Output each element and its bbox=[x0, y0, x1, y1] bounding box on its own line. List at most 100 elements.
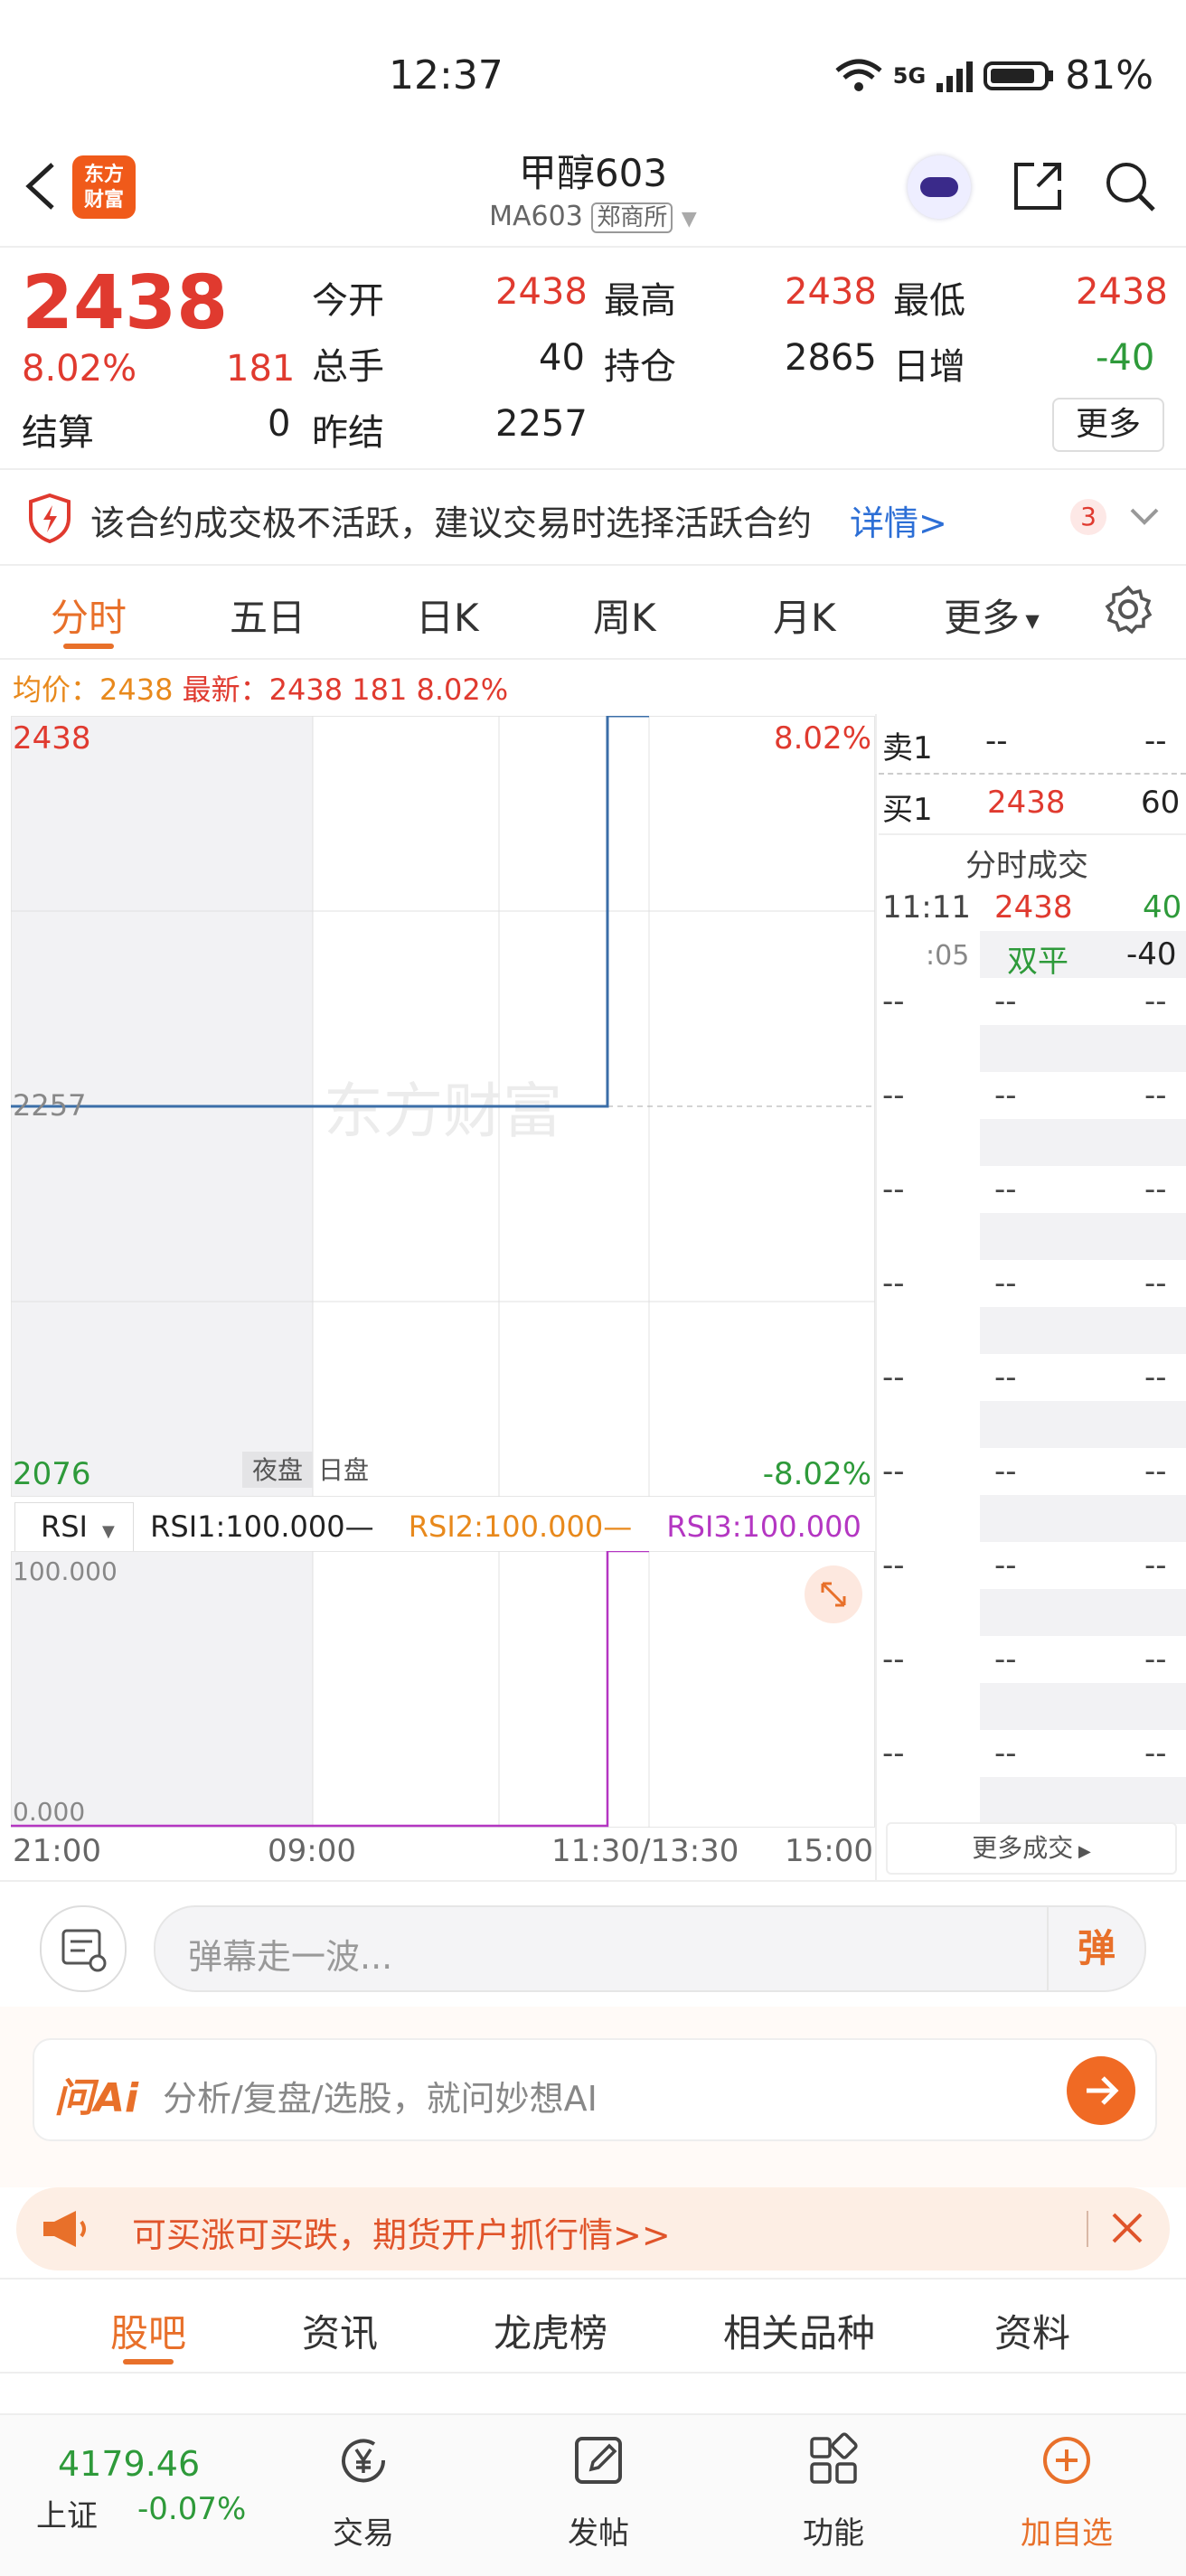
more-trades-button[interactable]: 更多成交 ▶ bbox=[886, 1822, 1177, 1875]
divider bbox=[0, 246, 1186, 248]
tab-weekly-k[interactable]: 周K bbox=[593, 588, 656, 643]
sell1-label: 卖1 bbox=[882, 730, 933, 766]
rsi-max-label: 100.000 bbox=[13, 1556, 118, 1586]
barrage-input[interactable]: 弹幕走一波... 弹 bbox=[154, 1905, 1146, 1992]
divider bbox=[0, 2372, 1186, 2374]
promo-banner[interactable]: 可买涨可买跌，期货开户抓行情>> bbox=[16, 2187, 1170, 2270]
trade-volume: -- bbox=[1144, 1453, 1167, 1490]
row-shade bbox=[980, 1777, 1186, 1824]
chart-settings-button[interactable] bbox=[1103, 584, 1153, 638]
ai-brand: 问Ai bbox=[54, 2075, 139, 2121]
trade-price: -- bbox=[994, 983, 1017, 1020]
status-icons: 5G 81% bbox=[833, 52, 1153, 99]
divider bbox=[879, 833, 1186, 835]
change-pct: 8.02% bbox=[22, 348, 137, 390]
trade-volume: -- bbox=[1144, 1547, 1167, 1584]
tab-leaderboard[interactable]: 龙虎榜 bbox=[494, 2303, 607, 2358]
close-promo-button[interactable] bbox=[1105, 2205, 1150, 2254]
trade-volume: -40 bbox=[1126, 936, 1177, 973]
yen-icon bbox=[342, 2439, 386, 2483]
tab-daily-k[interactable]: 日K bbox=[416, 588, 479, 643]
row-shade bbox=[980, 1213, 1186, 1260]
trade-time: :05 bbox=[926, 940, 970, 972]
nav-trade-label: 交易 bbox=[333, 2515, 394, 2552]
trade-price: -- bbox=[994, 1077, 1017, 1114]
tab-news[interactable]: 资讯 bbox=[302, 2303, 378, 2358]
trade-type: 双平 bbox=[1007, 944, 1068, 980]
chart-info-line: 均价：2438 最新：2438 181 8.02% bbox=[13, 667, 508, 709]
search-icon bbox=[1106, 163, 1155, 212]
ai-placeholder: 分析/复盘/选股，就问妙想AI bbox=[163, 2079, 598, 2119]
x-tick: 09:00 bbox=[268, 1833, 356, 1869]
alert-text: 该合约成交极不活跃，建议交易时选择活跃合约 bbox=[90, 503, 813, 543]
rsi-chart[interactable]: 100.000 0.000 bbox=[11, 1551, 875, 1828]
row-shade bbox=[980, 1119, 1186, 1166]
buy1-price: 2438 bbox=[987, 785, 1066, 821]
assistant-avatar[interactable] bbox=[908, 155, 971, 219]
low-label: 最低 bbox=[893, 280, 965, 322]
arrow-right-icon bbox=[1087, 2076, 1119, 2105]
nav-features-label: 功能 bbox=[803, 2515, 864, 2552]
trade-price: -- bbox=[994, 1735, 1017, 1772]
intraday-chart[interactable]: 东方财富 2438 2257 2076 8.02% -8.02% 夜盘 日盘 bbox=[11, 716, 875, 1497]
alert-details-link[interactable]: 详情> bbox=[850, 495, 947, 545]
night-session-shade bbox=[11, 1551, 313, 1828]
trade-price: 2438 bbox=[994, 889, 1073, 926]
trade-time: -- bbox=[882, 1359, 905, 1396]
rsi-legend-bar: RSI ▼ RSI1:100.000— RSI2:100.000— RSI3:10… bbox=[11, 1502, 875, 1597]
share-button[interactable] bbox=[1011, 159, 1065, 217]
gear-icon bbox=[1105, 585, 1153, 635]
active-tab-indicator bbox=[63, 644, 114, 649]
trade-price: -- bbox=[994, 1547, 1017, 1584]
trade-time: -- bbox=[882, 983, 905, 1020]
trade-volume: -- bbox=[1144, 983, 1167, 1020]
tab-monthly-k[interactable]: 月K bbox=[773, 588, 836, 643]
alert-shield-icon bbox=[27, 493, 72, 547]
tab-related[interactable]: 相关品种 bbox=[723, 2303, 875, 2358]
trade-volume: -- bbox=[1144, 1641, 1167, 1678]
trade-volume: -- bbox=[1144, 1359, 1167, 1396]
divider bbox=[0, 658, 1186, 660]
tab-more-label: 更多 bbox=[944, 596, 1021, 640]
wifi-icon bbox=[835, 59, 882, 91]
chevron-down-icon bbox=[1130, 508, 1159, 525]
dropdown-icon: ▼ bbox=[681, 208, 697, 230]
x-tick: 15:00 bbox=[785, 1833, 873, 1869]
signal-icon bbox=[937, 61, 974, 92]
ai-search-box[interactable]: 问Ai 分析/复盘/选股，就问妙想AI bbox=[33, 2038, 1157, 2141]
trade-volume: 40 bbox=[1143, 889, 1182, 926]
nav-post-label: 发帖 bbox=[568, 2515, 629, 2552]
avg-label: 均价： bbox=[13, 672, 100, 707]
index-value[interactable]: 4179.46 bbox=[58, 2444, 200, 2484]
trade-price: -- bbox=[994, 1359, 1017, 1396]
tab-five-day[interactable]: 五日 bbox=[230, 588, 306, 643]
row-shade bbox=[980, 1307, 1186, 1354]
barrage-settings-button[interactable] bbox=[40, 1905, 127, 1992]
indicator-selector[interactable]: RSI ▼ bbox=[14, 1502, 134, 1556]
trade-time: -- bbox=[882, 1641, 905, 1678]
tab-more[interactable]: 更多 ▼ bbox=[944, 588, 1040, 643]
trade-time: -- bbox=[882, 1171, 905, 1208]
night-session-label: 夜盘 bbox=[252, 1455, 303, 1485]
more-button[interactable]: 更多 bbox=[1052, 398, 1164, 452]
search-button[interactable] bbox=[1103, 159, 1157, 217]
pct-max-label: 8.02% bbox=[774, 720, 871, 757]
expand-alert-button[interactable] bbox=[1128, 504, 1161, 533]
latest-value: 2438 bbox=[268, 672, 344, 707]
more-trades-label: 更多成交 bbox=[972, 1833, 1074, 1863]
battery-level: 81% bbox=[1065, 52, 1153, 99]
plus-circle-icon bbox=[1043, 2437, 1090, 2484]
tab-forum[interactable]: 股吧 bbox=[110, 2303, 186, 2358]
fullscreen-button[interactable] bbox=[805, 1565, 862, 1623]
barrage-send-button[interactable]: 弹 bbox=[1047, 1907, 1144, 1990]
trade-price: -- bbox=[994, 1265, 1017, 1302]
oi-value: 2865 bbox=[785, 337, 877, 379]
tab-profile[interactable]: 资料 bbox=[994, 2303, 1070, 2358]
trade-price: -- bbox=[994, 1453, 1017, 1490]
index-pct: -0.07% bbox=[137, 2491, 247, 2527]
settle-value: 0 bbox=[268, 403, 291, 445]
ai-submit-button[interactable] bbox=[1067, 2056, 1135, 2125]
caret-down-icon: ▼ bbox=[1020, 609, 1040, 632]
tab-intraday[interactable]: 分时 bbox=[51, 588, 127, 643]
contract-subtitle[interactable]: MA603 郑商所 ▼ bbox=[0, 199, 1186, 233]
